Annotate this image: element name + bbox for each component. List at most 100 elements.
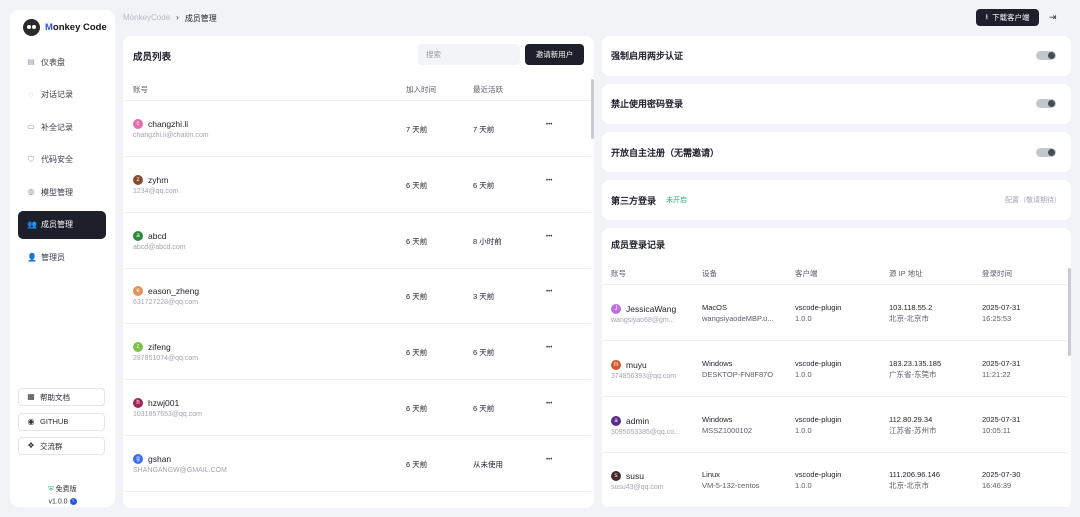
member-table-header: 账号 加入时间 最近活跃 <box>123 76 591 101</box>
member-active: 7 天前 <box>473 125 495 134</box>
member-email: abcd@abcd.com <box>133 243 186 251</box>
login-ip-secondary: 北京-北京市 <box>889 481 929 491</box>
member-joined: 6 天前 <box>406 459 428 469</box>
sidebar-link-2[interactable]: ❖ 交流群 <box>18 437 105 455</box>
sidebar-item-label: 代码安全 <box>41 155 73 165</box>
brand-name-prefix: M <box>45 22 53 33</box>
version-label: v1.0.0 <box>48 498 68 506</box>
login-device-primary: MacOS <box>702 303 728 312</box>
invite-user-button[interactable]: 邀请新用户 <box>525 44 584 65</box>
more-actions-icon[interactable]: ••• <box>546 234 552 240</box>
users-icon: 👥 <box>27 219 37 229</box>
member-active: 从未使用 <box>473 459 503 469</box>
more-actions-icon[interactable]: ••• <box>546 122 552 128</box>
sidebar-link-1[interactable]: ◉ GITHUB <box>18 412 105 431</box>
brand[interactable]: Monkey Code <box>23 19 107 36</box>
login-log-scrollbar[interactable] <box>1068 268 1071 356</box>
admin-icon: 👤 <box>27 252 37 262</box>
member-row: e eason_zheng 631727228@qq.com 6 天前 3 天前 ••• <box>123 268 591 325</box>
member-joined: 6 天前 <box>406 348 428 358</box>
breadcrumb: MonkeyCode › 成员管理 <box>123 13 217 24</box>
more-actions-icon[interactable]: ••• <box>546 178 552 184</box>
breadcrumb-root[interactable]: MonkeyCode <box>123 13 170 24</box>
login-ip-primary: 183.23.135.185 <box>889 358 942 368</box>
two-factor-card: 强制启用两步认证 <box>602 36 1071 76</box>
login-client-primary: vscode-plugin <box>795 414 842 424</box>
member-scrollbar[interactable] <box>591 79 594 139</box>
login-ip-primary: 112.80.29.34 <box>889 414 933 424</box>
sidebar-link-label: 交流群 <box>40 441 63 451</box>
login-device-primary: Windows <box>702 358 733 368</box>
sidebar-item-4[interactable]: ◍ 模型管理 <box>18 178 106 206</box>
login-device-secondary: MSSZ1000102 <box>702 425 753 435</box>
login-time-secondary: 16:25:53 <box>982 314 1012 323</box>
dashboard-icon: ▤ <box>27 57 35 66</box>
member-email: SHANGANGW@GMAIL.COM <box>133 466 227 474</box>
member-joined: 6 天前 <box>406 292 428 302</box>
info-icon[interactable]: i <box>69 498 77 505</box>
col-device: 设备 <box>702 269 717 278</box>
search-input[interactable] <box>418 44 520 65</box>
more-actions-icon[interactable]: ••• <box>546 289 552 295</box>
logout-icon[interactable]: ⇥ <box>1049 12 1057 23</box>
login-client-primary: vscode-plugin <box>795 470 842 480</box>
two-factor-toggle[interactable] <box>1036 51 1056 60</box>
chat-icon: ◌ <box>28 89 34 99</box>
no-password-toggle[interactable] <box>1036 99 1056 108</box>
no-password-label: 禁止使用密码登录 <box>611 99 684 109</box>
member-name: changzhi.li <box>148 119 189 129</box>
login-device-cell: Windows MSSZ1000102 <box>702 414 752 436</box>
member-joined: 7 天前 <box>406 125 428 134</box>
member-row: z zifeng 287851074@qq.com 6 天前 6 天前 ••• <box>123 324 591 381</box>
sidebar-item-1[interactable]: ◌ 对话记录 <box>18 81 106 109</box>
sidebar-links: ▦ 帮助文档 ◉ GITHUB ❖ 交流群 <box>18 388 105 462</box>
open-signup-toggle[interactable] <box>1036 148 1056 157</box>
sidebar-item-0[interactable]: ▤ 仪表盘 <box>18 48 106 76</box>
sidebar-item-5[interactable]: 👥 成员管理 <box>18 210 106 239</box>
github-icon: ◉ <box>27 416 35 426</box>
login-time-cell: 2025-07-31 16:25:53 <box>982 302 1020 324</box>
login-device-primary: Linux <box>702 470 720 480</box>
avatar: a <box>133 230 143 241</box>
sidebar-item-label: 仪表盘 <box>41 57 65 67</box>
login-device-cell: Windows DESKTOP-FN8F87O <box>702 358 773 380</box>
sidebar: Monkey Code ▤ 仪表盘 ◌ 对话记录 ▭ 补全记录 ⛉ 代码安全 ◍ 模型管理 👥 成员管… <box>10 10 115 507</box>
download-client-button[interactable]: ⭳ 下载客户端 <box>976 9 1039 26</box>
sidebar-item-6[interactable]: 👤 管理员 <box>18 244 106 272</box>
more-actions-icon[interactable]: ••• <box>546 401 552 407</box>
sidebar-link-0[interactable]: ▦ 帮助文档 <box>18 388 105 406</box>
login-time-primary: 2025-07-31 <box>982 358 1021 368</box>
sidebar-item-3[interactable]: ⛉ 代码安全 <box>18 146 106 174</box>
login-ip-primary: 111.206.96.146 <box>889 470 941 480</box>
login-ip-primary: 103.118.55.2 <box>889 303 933 312</box>
breadcrumb-separator: › <box>176 13 179 22</box>
open-signup-card: 开放自主注册（无需邀请） <box>602 132 1071 172</box>
sidebar-item-2[interactable]: ▭ 补全记录 <box>18 113 106 141</box>
member-list-panel: 成员列表 邀请新用户 账号 加入时间 最近活跃 c changzhi.li chan… <box>123 36 594 508</box>
sidebar-link-label: 帮助文档 <box>40 392 70 402</box>
avatar: h <box>133 398 143 408</box>
login-log-row: s susu susu43@qq.com Linux VM-5-132-centos vs… <box>602 452 1068 508</box>
more-actions-icon[interactable]: ••• <box>546 457 552 463</box>
member-active: 6 天前 <box>473 404 495 413</box>
login-device-cell: Linux VM-5-132-centos <box>702 469 760 491</box>
sidebar-item-label: 对话记录 <box>41 90 73 100</box>
avatar: J <box>611 304 621 314</box>
sidebar-link-label: GITHUB <box>40 417 69 426</box>
login-time-cell: 2025-07-30 16:46:39 <box>982 469 1020 491</box>
sidebar-item-label: 补全记录 <box>41 122 73 132</box>
third-party-label: 第三方登录 <box>611 196 657 206</box>
more-actions-icon[interactable]: ••• <box>546 345 552 351</box>
plan-shield-icon: ⛨ <box>48 486 54 493</box>
login-client-secondary: 1.0.0 <box>795 481 812 491</box>
no-password-card: 禁止使用密码登录 <box>602 84 1071 124</box>
login-client-cell: vscode-plugin 1.0.0 <box>795 358 841 380</box>
member-name: abcd <box>148 230 167 241</box>
monkey-logo-icon <box>23 19 40 36</box>
login-device-secondary: VM-5-132-centos <box>702 481 760 491</box>
login-client-secondary: 1.0.0 <box>795 425 812 435</box>
col-ip: 源 IP 地址 <box>889 269 923 278</box>
member-email: 1234@qq.com <box>133 187 179 195</box>
third-party-config-link[interactable]: 配置（敬请期待） <box>1005 195 1061 205</box>
sidebar-item-label: 成员管理 <box>41 220 73 230</box>
